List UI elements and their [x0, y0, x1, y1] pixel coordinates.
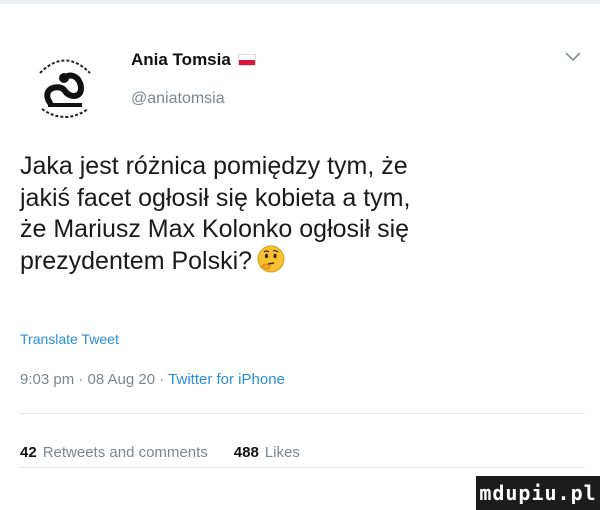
chevron-down-icon[interactable]	[565, 52, 581, 62]
likes-count[interactable]: 488	[234, 444, 259, 461]
likes-label[interactable]: Likes	[265, 444, 300, 461]
top-border	[0, 0, 600, 4]
tweet-line: prezydentem Polski?	[20, 246, 253, 275]
author-name[interactable]: Ania Tomsia	[131, 50, 256, 70]
retweets-label[interactable]: Retweets and comments	[43, 444, 208, 461]
author-display-name[interactable]: Ania Tomsia	[131, 50, 231, 70]
translate-tweet-link[interactable]: Translate Tweet	[20, 331, 119, 347]
thinking-face-icon	[257, 245, 285, 273]
tweet-timestamp: 9:03 pm · 08 Aug 20 · Twitter for iPhone	[20, 371, 285, 388]
tweet-line: jakiś facet ogłosił się kobieta a tym,	[20, 183, 411, 212]
timestamp-text: 9:03 pm · 08 Aug 20 ·	[20, 371, 169, 388]
tweet-line: że Mariusz Max Kolonko ogłosił się	[20, 215, 410, 243]
poland-flag-icon	[237, 54, 256, 66]
divider	[20, 413, 585, 414]
tweet-line-last: prezydentem Polski?	[20, 245, 590, 278]
engagement-stats: 42 Retweets and comments 488 Likes	[20, 444, 300, 461]
source-link[interactable]: Twitter for iPhone	[168, 371, 285, 388]
tweet-line: Jaka jest różnica pomiędzy tym, że	[20, 152, 408, 180]
retweets-count[interactable]: 42	[20, 444, 37, 461]
watermark: mdupiu.pl	[476, 476, 600, 510]
divider	[20, 467, 585, 468]
author-handle[interactable]: @aniatomsia	[131, 90, 225, 108]
tweet-text: Jaka jest różnica pomiędzy tym, że jakiś…	[20, 151, 590, 277]
profile-avatar[interactable]	[20, 43, 110, 133]
snake-emblem-avatar-icon	[25, 48, 105, 128]
